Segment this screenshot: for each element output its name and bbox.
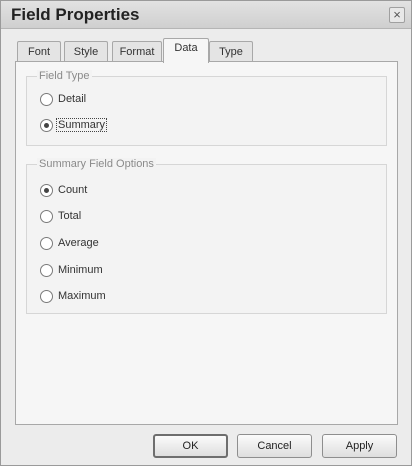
tab-font[interactable]: Font	[17, 41, 61, 62]
radio-detail-label[interactable]: Detail	[56, 92, 88, 106]
radio-minimum-label[interactable]: Minimum	[56, 263, 105, 277]
radio-total-circle[interactable]	[40, 209, 53, 223]
tab-format-label: Format	[119, 46, 155, 58]
tab-data[interactable]: Data	[163, 38, 209, 63]
apply-button[interactable]: Apply	[322, 434, 397, 458]
radio-total-label[interactable]: Total	[56, 209, 83, 223]
radio-summary-label[interactable]: Summary	[56, 118, 108, 132]
radio-total[interactable]: Total	[40, 208, 83, 224]
tab-style[interactable]: Style	[64, 41, 108, 62]
tab-style-label: Style	[73, 46, 99, 58]
radio-summary-circle[interactable]	[40, 118, 53, 132]
field-type-group-title: Field Type	[37, 70, 92, 82]
cancel-button-label: Cancel	[257, 440, 292, 452]
tab-format[interactable]: Format	[112, 41, 162, 62]
radio-detail-circle[interactable]	[40, 92, 53, 106]
close-icon: ×	[393, 7, 401, 22]
field-properties-dialog: Field Properties × Font Style Format Dat…	[0, 0, 412, 466]
tab-font-label: Font	[27, 46, 50, 58]
ok-button-label: OK	[182, 440, 199, 452]
radio-count[interactable]: Count	[40, 182, 89, 198]
summary-options-group: Summary Field Options Count Total Averag…	[26, 158, 387, 314]
title-bar[interactable]: Field Properties ×	[1, 1, 411, 29]
close-button[interactable]: ×	[389, 7, 405, 23]
radio-minimum[interactable]: Minimum	[40, 262, 105, 278]
radio-average-label[interactable]: Average	[56, 236, 101, 250]
tab-type[interactable]: Type	[209, 41, 253, 62]
radio-maximum-label[interactable]: Maximum	[56, 289, 108, 303]
radio-average[interactable]: Average	[40, 235, 101, 251]
radio-average-circle[interactable]	[40, 236, 53, 250]
radio-count-circle[interactable]	[40, 183, 53, 197]
radio-summary[interactable]: Summary	[40, 117, 108, 133]
radio-maximum[interactable]: Maximum	[40, 288, 108, 304]
tab-type-label: Type	[219, 46, 243, 58]
radio-count-label[interactable]: Count	[56, 183, 89, 197]
field-type-group: Field Type Detail Summary	[26, 70, 387, 146]
summary-options-group-title: Summary Field Options	[37, 158, 156, 170]
dialog-title: Field Properties	[11, 5, 140, 24]
radio-maximum-circle[interactable]	[40, 289, 53, 303]
tab-data-label: Data	[174, 42, 198, 54]
ok-button[interactable]: OK	[153, 434, 228, 458]
data-tab-panel: Field Type Detail Summary Summary Field …	[15, 61, 398, 425]
cancel-button[interactable]: Cancel	[237, 434, 312, 458]
radio-detail[interactable]: Detail	[40, 91, 88, 107]
apply-button-label: Apply	[345, 440, 374, 452]
radio-minimum-circle[interactable]	[40, 263, 53, 277]
